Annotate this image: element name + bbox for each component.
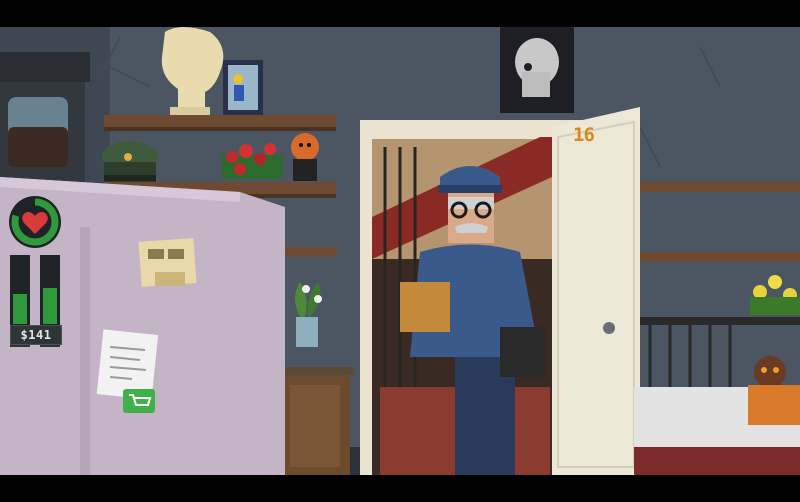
hud-overlay [9,196,61,347]
letterbox-top [0,0,800,27]
money-counter: $141 [10,325,62,345]
health-meter [9,196,61,248]
hunger-meter [40,255,60,327]
sleep-meter [10,255,30,327]
letterbox-bottom [0,475,800,502]
